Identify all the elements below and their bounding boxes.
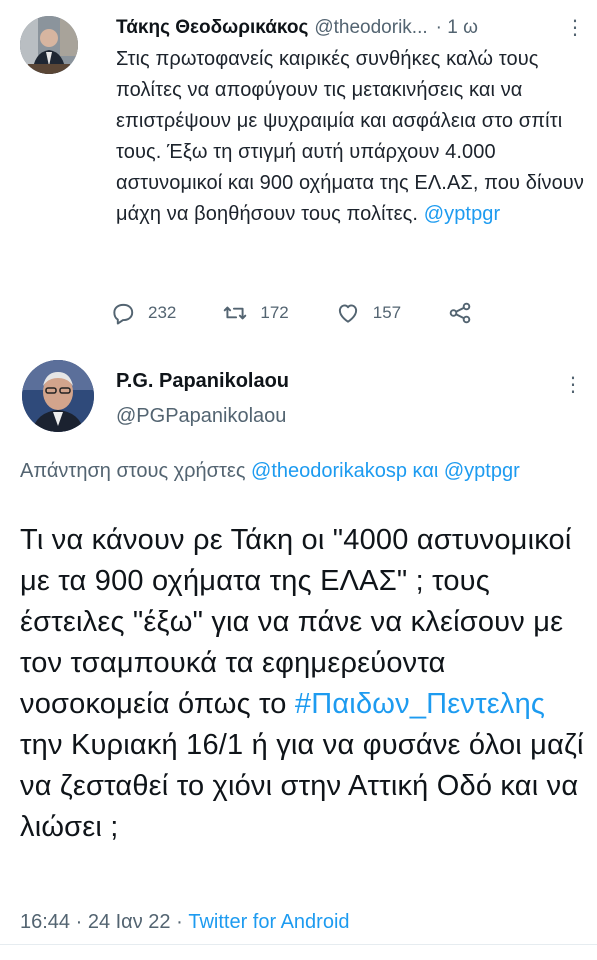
tweet-metadata: 16:44 · 24 Ιαν 22 · Twitter for Android (20, 911, 350, 934)
avatar-photo (22, 360, 94, 432)
divider (0, 944, 597, 945)
share-button[interactable] (447, 300, 485, 326)
share-icon (449, 302, 471, 324)
reply-context: Απάντηση στους χρήστες @theodorikakosp κ… (20, 456, 580, 487)
hashtag-link[interactable]: #Παιδων_Πεντελης (295, 688, 545, 720)
mention-link[interactable]: @yptpgr (424, 203, 501, 225)
tweet-actions: 232 172 157 (110, 300, 531, 326)
mention-link[interactable]: @theodorikakosp (251, 460, 407, 482)
avatar-photo (20, 16, 78, 74)
retweet-icon (224, 306, 247, 320)
tweet-timestamp[interactable]: 16:44 · 24 Ιαν 22 · (20, 911, 188, 933)
retweet-count: 172 (260, 303, 289, 322)
tweet-text: Στις πρωτοφανείς καιρικές συνθήκες καλώ … (116, 44, 586, 230)
author-name[interactable]: P.G. Papanikolaou (116, 370, 289, 393)
reply-button[interactable]: 232 (110, 300, 176, 326)
tweet-text: Τι να κάνουν ρε Τάκη οι "4000 αστυνομικο… (20, 520, 590, 848)
tweet-quoted: Τάκης Θεοδωρικάκος @theodorik... · 1 ω ⋮… (0, 0, 597, 355)
retweet-button[interactable]: 172 (222, 300, 289, 326)
more-vertical-icon[interactable]: ⋮ (563, 375, 583, 395)
reply-and: και (407, 460, 444, 482)
mention-link[interactable]: @yptpgr (444, 460, 520, 482)
like-button[interactable]: 157 (335, 300, 401, 326)
heart-icon (338, 304, 357, 323)
author-handle[interactable]: @theodorik... (314, 17, 427, 39)
tweet-source[interactable]: Twitter for Android (188, 911, 349, 933)
reply-prefix: Απάντηση στους χρήστες (20, 460, 252, 482)
avatar[interactable] (22, 360, 94, 432)
author-name[interactable]: Τάκης Θεοδωρικάκος (116, 17, 308, 39)
avatar[interactable] (20, 16, 78, 74)
tweet-header: Τάκης Θεοδωρικάκος @theodorik... · 1 ω (116, 14, 579, 42)
tweet-text-content: την Κυριακή 16/1 ή για να φυσάνε όλοι μα… (20, 729, 584, 843)
author-handle[interactable]: @PGPapanikolaou (116, 405, 286, 428)
tweet-text-content: Στις πρωτοφανείς καιρικές συνθήκες καλώ … (116, 48, 584, 225)
reply-icon (113, 303, 134, 325)
tweet-time[interactable]: · 1 ω (436, 17, 478, 39)
reply-count: 232 (148, 303, 177, 322)
more-vertical-icon[interactable]: ⋮ (565, 18, 585, 38)
like-count: 157 (372, 303, 402, 322)
